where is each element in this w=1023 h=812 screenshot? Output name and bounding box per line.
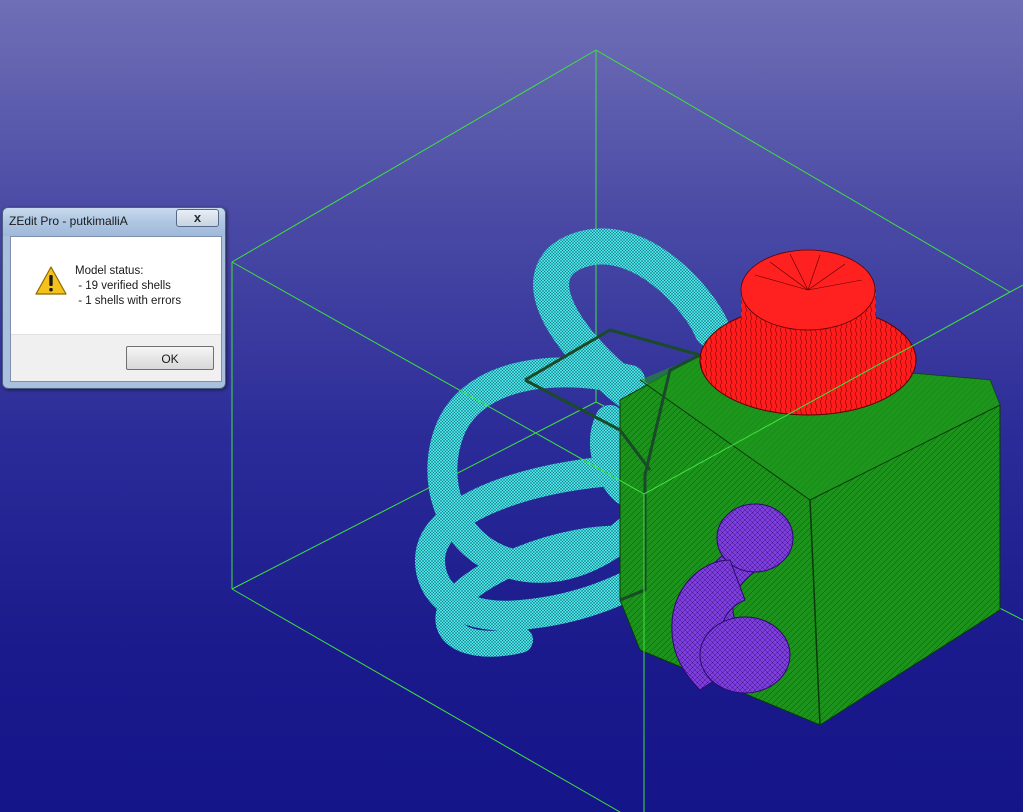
- dialog-footer: OK: [11, 334, 221, 381]
- dialog-content: Model status: - 19 verified shells - 1 s…: [11, 237, 221, 334]
- warning-icon: [35, 266, 67, 295]
- close-icon: x: [193, 210, 202, 225]
- 3d-viewport[interactable]: [0, 0, 1023, 812]
- cap-shell[interactable]: [699, 249, 917, 416]
- close-button[interactable]: x: [176, 209, 219, 227]
- model-scene[interactable]: [0, 0, 1023, 812]
- status-message: Model status: - 19 verified shells - 1 s…: [75, 264, 181, 309]
- ok-button[interactable]: OK: [126, 346, 214, 370]
- message-line-errors: - 1 shells with errors: [75, 295, 182, 307]
- message-line-verified: - 19 verified shells: [75, 280, 171, 292]
- dialog-titlebar[interactable]: ZEdit Pro - putkimalliA x: [3, 208, 225, 236]
- dialog-title: ZEdit Pro - putkimalliA: [9, 214, 128, 228]
- dialog-body: Model status: - 19 verified shells - 1 s…: [10, 236, 222, 382]
- model-status-dialog: ZEdit Pro - putkimalliA x Model status: …: [2, 207, 226, 389]
- message-heading: Model status:: [75, 265, 144, 277]
